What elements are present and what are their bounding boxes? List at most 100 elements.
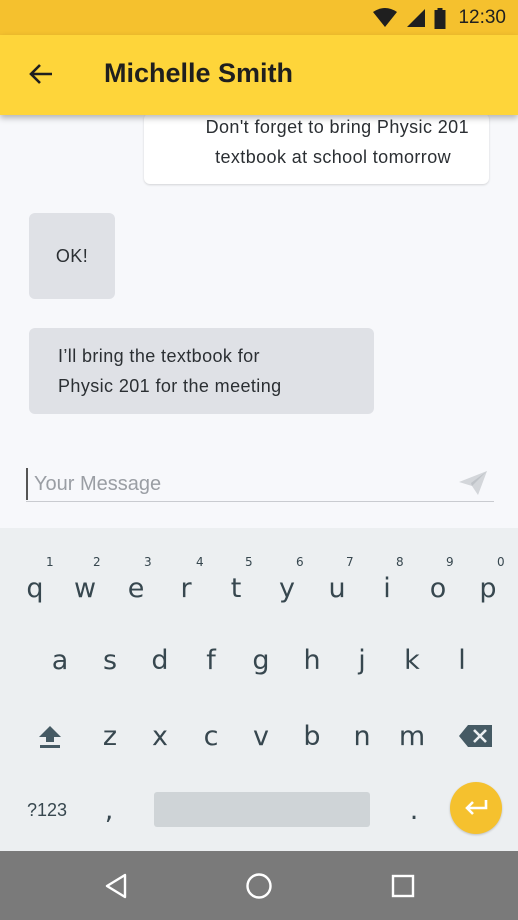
key-label: t (230, 572, 242, 604)
message-input[interactable] (34, 470, 454, 498)
enter-key[interactable] (450, 782, 502, 834)
key-y[interactable]: y (268, 566, 306, 610)
key-label: p (479, 572, 497, 604)
key-g[interactable]: g (242, 638, 280, 682)
period-key[interactable]: . (395, 790, 433, 830)
key-a[interactable]: a (41, 638, 79, 682)
message-line: Don't forget to bring Physic 201 (205, 117, 469, 137)
backspace-icon (459, 725, 492, 747)
key-s[interactable]: s (91, 638, 129, 682)
key-c[interactable]: c (192, 714, 230, 758)
key-label: l (458, 644, 466, 676)
key-t[interactable]: t (217, 566, 255, 610)
key-z[interactable]: z (91, 714, 129, 758)
key-label: a (51, 644, 69, 676)
key-label: q (26, 572, 44, 604)
chat-thread[interactable]: Don't forget to bring Physic 201 textboo… (0, 115, 518, 528)
key-l[interactable]: l (443, 638, 481, 682)
key-p[interactable]: p (469, 566, 507, 610)
back-button[interactable] (24, 57, 58, 91)
back-triangle-icon (105, 873, 127, 899)
key-label: m (398, 720, 426, 752)
key-label: r (180, 572, 192, 604)
key-q[interactable]: q (16, 566, 54, 610)
nav-back-button[interactable] (99, 869, 133, 903)
signal-icon (407, 9, 426, 27)
key-label: v (253, 720, 269, 752)
comma-key[interactable]: , (90, 790, 128, 830)
status-bar: 12:30 (0, 0, 518, 35)
message-line: Physic 201 for the meeting (58, 376, 282, 396)
nav-home-button[interactable] (242, 869, 276, 903)
key-label: . (409, 794, 419, 826)
home-circle-icon (246, 873, 272, 899)
wifi-icon (373, 8, 398, 27)
key-label: u (328, 572, 346, 604)
enter-icon (465, 800, 488, 815)
arrow-back-icon (29, 64, 52, 84)
key-u[interactable]: u (318, 566, 356, 610)
send-button[interactable] (458, 470, 490, 500)
symbols-key[interactable]: ?123 (18, 790, 76, 830)
key-w[interactable]: w (66, 566, 104, 610)
key-hint-number: 9 (446, 555, 454, 569)
key-k[interactable]: k (393, 638, 431, 682)
key-label: y (279, 572, 295, 604)
shift-key[interactable] (31, 714, 69, 758)
key-label: i (383, 572, 391, 604)
key-label: x (152, 720, 168, 752)
key-b[interactable]: b (293, 714, 331, 758)
nav-recents-button[interactable] (386, 869, 420, 903)
battery-icon (434, 7, 446, 29)
key-o[interactable]: o (419, 566, 457, 610)
key-label: e (127, 572, 145, 604)
key-label: g (252, 644, 270, 676)
key-hint-number: 7 (346, 555, 354, 569)
key-f[interactable]: f (192, 638, 230, 682)
key-label: j (358, 644, 366, 676)
key-label: c (203, 720, 219, 752)
message-line: I’ll bring the textbook for (58, 346, 260, 366)
key-hint-number: 6 (296, 555, 304, 569)
key-label: z (102, 720, 118, 752)
key-hint-number: 3 (144, 555, 152, 569)
navigation-bar (0, 851, 518, 920)
key-label: n (353, 720, 371, 752)
message-line: textbook at school tomorrow (215, 147, 451, 167)
key-d[interactable]: d (141, 638, 179, 682)
key-hint-number: 5 (245, 555, 253, 569)
message-bubble-incoming: OK! (29, 213, 115, 299)
key-label: b (303, 720, 321, 752)
send-icon (459, 471, 487, 495)
shift-icon (39, 726, 61, 748)
message-bubble-incoming: I’ll bring the textbook for Physic 201 f… (29, 328, 374, 414)
key-hint-number: 2 (93, 555, 101, 569)
text-cursor (26, 468, 28, 500)
backspace-key[interactable] (455, 714, 497, 758)
contact-name: Michelle Smith (104, 58, 294, 88)
key-label: s (102, 644, 118, 676)
key-r[interactable]: r (167, 566, 205, 610)
key-label: d (151, 644, 169, 676)
key-v[interactable]: v (242, 714, 280, 758)
key-m[interactable]: m (393, 714, 431, 758)
key-j[interactable]: j (343, 638, 381, 682)
key-label: o (429, 572, 447, 604)
key-i[interactable]: i (368, 566, 406, 610)
key-label: h (303, 644, 321, 676)
key-x[interactable]: x (141, 714, 179, 758)
key-e[interactable]: e (117, 566, 155, 610)
status-time: 12:30 (458, 7, 506, 28)
key-h[interactable]: h (293, 638, 331, 682)
key-label: f (206, 644, 216, 676)
key-label: ?123 (26, 799, 68, 820)
key-label: w (73, 572, 97, 604)
key-label: k (404, 644, 420, 676)
message-line: OK! (55, 246, 89, 266)
space-bar[interactable] (154, 792, 370, 827)
key-n[interactable]: n (343, 714, 381, 758)
keyboard: q w e r t y u i o p 1 2 3 4 5 6 7 8 9 0 … (0, 528, 518, 851)
key-hint-number: 0 (497, 555, 505, 569)
key-hint-number: 8 (396, 555, 404, 569)
message-composer (26, 468, 494, 502)
